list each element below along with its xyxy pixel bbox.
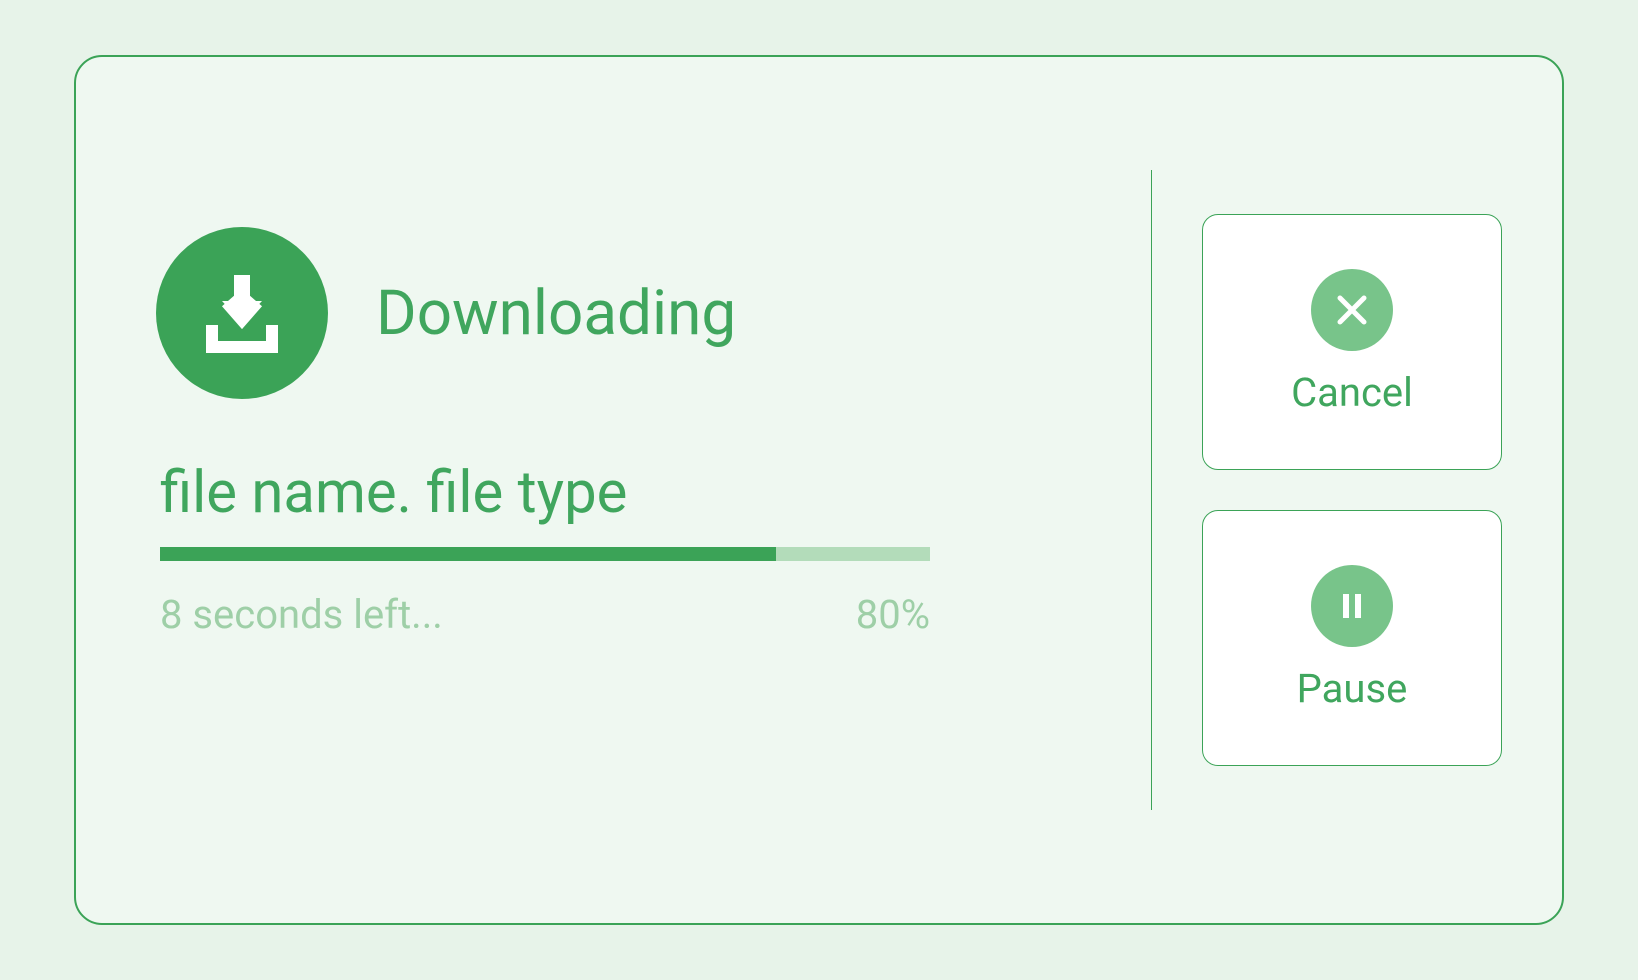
cancel-button[interactable]: Cancel <box>1202 214 1502 470</box>
download-title: Downloading <box>376 277 736 350</box>
download-info-area: Downloading file name. file type 8 secon… <box>126 117 1151 863</box>
header-row: Downloading <box>156 227 1091 399</box>
actions-area: Cancel Pause <box>1152 117 1512 863</box>
cancel-label: Cancel <box>1291 369 1413 416</box>
download-icon <box>156 227 328 399</box>
progress-fill <box>160 547 776 561</box>
time-remaining-label: 8 seconds left... <box>160 591 443 638</box>
status-row: 8 seconds left... 80% <box>160 591 930 638</box>
close-icon <box>1311 269 1393 351</box>
download-dialog: Downloading file name. file type 8 secon… <box>74 55 1564 925</box>
filename-label: file name. file type <box>160 459 1091 527</box>
progress-bar <box>160 547 930 561</box>
progress-percent-label: 80% <box>856 591 930 638</box>
pause-label: Pause <box>1297 665 1408 712</box>
pause-button[interactable]: Pause <box>1202 510 1502 766</box>
pause-icon <box>1311 565 1393 647</box>
